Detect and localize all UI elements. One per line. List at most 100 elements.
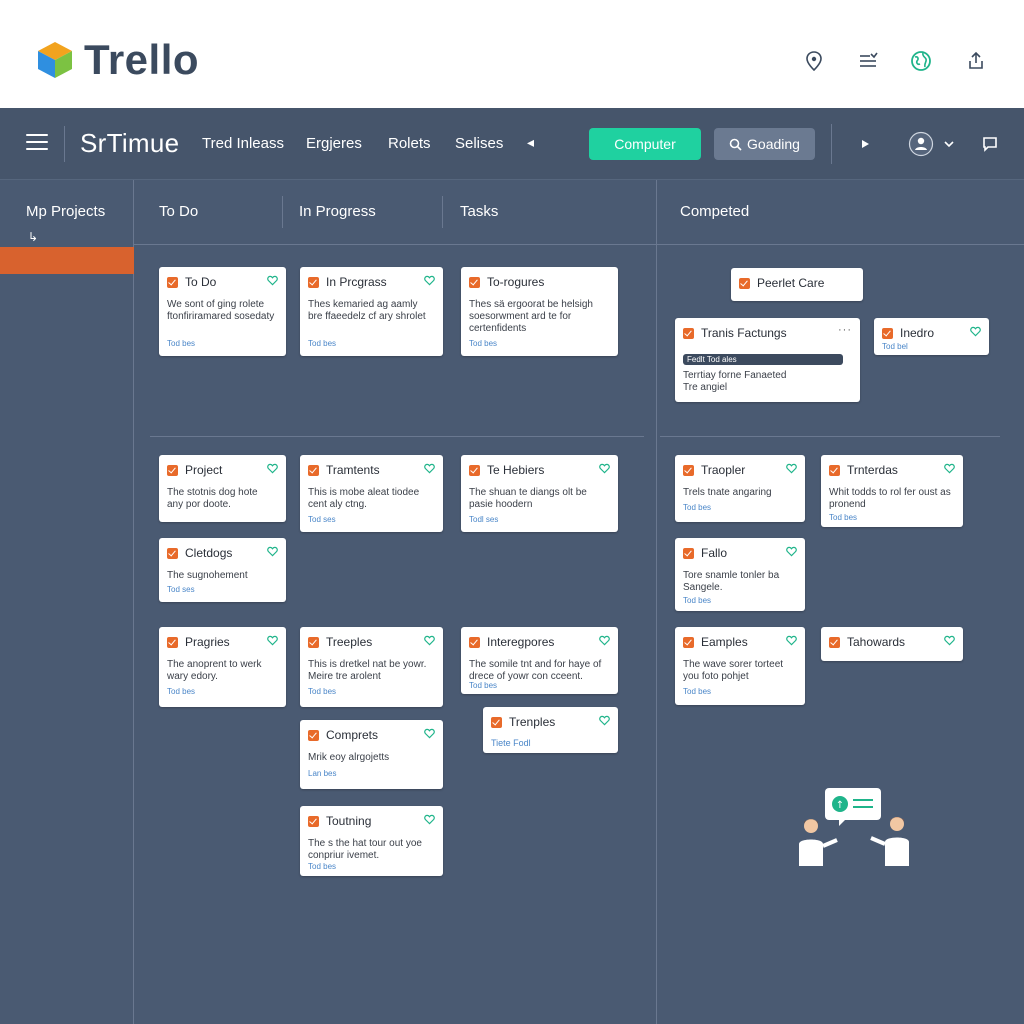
task-card[interactable]: Cletdogs The sugnohement Tod ses [159, 538, 286, 602]
computer-button[interactable]: Computer [589, 128, 701, 160]
card-edit-field[interactable]: Fedlt Tod ales [683, 354, 843, 365]
heart-icon[interactable] [786, 635, 797, 646]
task-card[interactable]: To Do We sont of ging rolete ftonfiriram… [159, 267, 286, 356]
heart-icon[interactable] [970, 326, 981, 337]
task-card[interactable]: Pragries The anoprent to werk wary edory… [159, 627, 286, 707]
card-link[interactable]: Tod bes [469, 339, 497, 348]
card-link[interactable]: Tod bel [882, 342, 908, 351]
checkbox-icon[interactable] [469, 637, 480, 648]
card-link[interactable]: Tod ses [308, 515, 336, 524]
search-button[interactable]: Goading [714, 128, 815, 160]
task-card[interactable]: Tramtents This is mobe aleat tiodee cent… [300, 455, 443, 532]
heart-icon[interactable] [786, 546, 797, 557]
heart-icon[interactable] [786, 463, 797, 474]
card-link[interactable]: Tod bes [167, 687, 195, 696]
task-card[interactable]: Toutning The s the hat tour out yoe conp… [300, 806, 443, 876]
card-link[interactable]: Tod bes [829, 513, 857, 522]
card-link[interactable]: Tod bes [683, 596, 711, 605]
task-card[interactable]: Traopler Trels tnate angaring Tod bes [675, 455, 805, 522]
checkbox-icon[interactable] [683, 328, 694, 339]
task-card[interactable]: Interegpores The somile tnt and for haye… [461, 627, 618, 694]
heart-icon[interactable] [267, 463, 278, 474]
card-link[interactable]: Tod bes [308, 339, 336, 348]
checkbox-icon[interactable] [308, 637, 319, 648]
task-card[interactable]: Project The stotnis dog hote any por doo… [159, 455, 286, 522]
share-upload-icon[interactable] [963, 48, 989, 74]
sidebar-title[interactable]: Mp Projects [26, 203, 105, 220]
chat-bubble-icon[interactable] [976, 130, 1004, 158]
checkbox-icon[interactable] [167, 548, 178, 559]
task-card[interactable]: Trnterdas Whit todds to rol fer oust as … [821, 455, 963, 527]
card-link[interactable]: Tod bes [683, 503, 711, 512]
checkbox-icon[interactable] [739, 278, 750, 289]
card-link[interactable]: Lan bes [308, 769, 336, 778]
nav-link-ergjeres[interactable]: Ergjeres [306, 135, 362, 152]
heart-icon[interactable] [944, 463, 955, 474]
checkbox-icon[interactable] [829, 637, 840, 648]
card-title: Toutning [326, 814, 372, 828]
nav-link-tred-inleass[interactable]: Tred Inleass [202, 135, 284, 152]
checkbox-icon[interactable] [469, 277, 480, 288]
card-link[interactable]: Tod bes [167, 339, 195, 348]
nav-collapse-arrow-icon[interactable]: ◂ [527, 134, 534, 151]
checkbox-icon[interactable] [683, 548, 694, 559]
checkbox-icon[interactable] [308, 277, 319, 288]
checkbox-icon[interactable] [491, 717, 502, 728]
card-link[interactable]: Tod bes [683, 687, 711, 696]
nav-link-rolets[interactable]: Rolets [388, 135, 431, 152]
globe-icon[interactable] [908, 48, 934, 74]
card-link[interactable]: Todl ses [469, 515, 498, 524]
card-link[interactable]: Tod bes [308, 862, 336, 871]
task-card[interactable]: Fallo Tore snamle tonler ba Sangele. Tod… [675, 538, 805, 611]
location-pin-icon[interactable] [801, 48, 827, 74]
hamburger-menu-icon[interactable] [26, 134, 48, 154]
card-link[interactable]: Tod ses [167, 585, 195, 594]
more-options-icon[interactable]: ··· [838, 324, 852, 336]
sort-list-icon[interactable] [855, 48, 881, 74]
heart-icon[interactable] [944, 635, 955, 646]
play-arrow-icon[interactable] [851, 130, 879, 158]
task-card[interactable]: Te Hebiers The shuan te diangs olt be pa… [461, 455, 618, 532]
task-card[interactable]: To-rogures Thes sä ergoorat be helsigh s… [461, 267, 618, 356]
card-link[interactable]: Tod bes [308, 687, 336, 696]
checkbox-icon[interactable] [469, 465, 480, 476]
heart-icon[interactable] [599, 635, 610, 646]
sidebar-active-item[interactable] [0, 247, 134, 274]
checkbox-icon[interactable] [683, 637, 694, 648]
task-card[interactable]: Trenples Tiete Fodl [483, 707, 618, 753]
checkbox-icon[interactable] [308, 816, 319, 827]
checkbox-icon[interactable] [167, 465, 178, 476]
task-card[interactable]: Treeples This is dretkel nat be yowr. Me… [300, 627, 443, 707]
card-link[interactable]: Tiete Fodl [491, 738, 531, 748]
checkbox-icon[interactable] [683, 465, 694, 476]
checkbox-icon[interactable] [829, 465, 840, 476]
user-avatar-icon[interactable] [907, 130, 935, 158]
task-card[interactable]: Eamples The wave sorer torteet you foto … [675, 627, 805, 705]
chevron-down-icon[interactable] [937, 130, 961, 158]
heart-icon[interactable] [424, 275, 435, 286]
nav-link-selises[interactable]: Selises [455, 135, 503, 152]
checkbox-icon[interactable] [308, 730, 319, 741]
heart-icon[interactable] [267, 635, 278, 646]
task-card[interactable]: Inedro Tod bel [874, 318, 989, 355]
heart-icon[interactable] [424, 463, 435, 474]
heart-icon[interactable] [599, 463, 610, 474]
heart-icon[interactable] [267, 275, 278, 286]
checkbox-icon[interactable] [308, 465, 319, 476]
checkbox-icon[interactable] [167, 637, 178, 648]
heart-icon[interactable] [424, 635, 435, 646]
heart-icon[interactable] [599, 715, 610, 726]
card-title: Project [185, 463, 223, 477]
task-card[interactable]: Tahowards [821, 627, 963, 661]
checkbox-icon[interactable] [882, 328, 893, 339]
checkbox-icon[interactable] [167, 277, 178, 288]
heart-icon[interactable] [424, 728, 435, 739]
card-link[interactable]: Tod bes [469, 681, 497, 690]
task-card[interactable]: Peerlet Care [731, 268, 863, 301]
heart-icon[interactable] [424, 814, 435, 825]
task-card[interactable]: Tranis Factungs ··· Fedlt Tod ales Terrt… [675, 318, 860, 402]
heart-icon[interactable] [267, 546, 278, 557]
task-card[interactable]: In Prcgrass Thes kemaried ag aamly bre f… [300, 267, 443, 356]
task-card[interactable]: Comprets Mrik eoy alrgojetts Lan bes [300, 720, 443, 789]
sidebar-back-arrow-icon[interactable]: ↳ [28, 230, 38, 244]
